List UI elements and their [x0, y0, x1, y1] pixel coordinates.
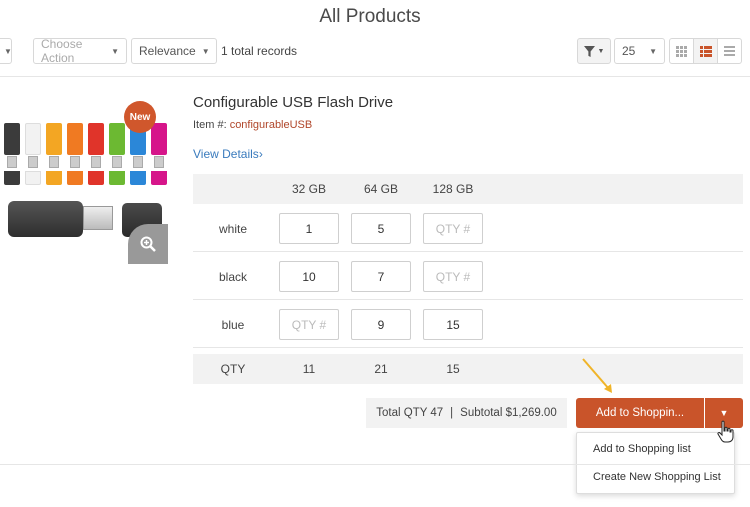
chevron-down-icon: ▼: [4, 46, 12, 56]
column-header: 128 GB: [432, 182, 474, 196]
qty-input[interactable]: [351, 309, 411, 340]
annotation-arrow-icon: [582, 358, 612, 393]
compact-list-icon: [724, 46, 735, 56]
usb-cap-image: [109, 171, 125, 185]
zoom-button[interactable]: [128, 224, 168, 264]
add-to-shopping-list-button[interactable]: Add to Shoppin...: [576, 398, 704, 428]
qty-input[interactable]: [279, 309, 339, 340]
usb-stick-image: [4, 123, 20, 155]
usb-stick-image: [151, 123, 167, 155]
usb-plug: [133, 156, 143, 168]
usb-plug: [7, 156, 17, 168]
usb-cap-image: [151, 171, 167, 185]
chevron-down-icon: ▼: [597, 47, 605, 55]
select-all-checkbox[interactable]: ▼: [0, 38, 12, 64]
matrix-row: blue: [193, 300, 743, 348]
choose-action-label: Choose Action: [41, 37, 83, 65]
hand-cursor-icon: [717, 420, 734, 443]
total-records: 1 total records: [221, 44, 298, 58]
usb-cap-image: [130, 171, 146, 185]
usb-cap-image: [25, 171, 41, 185]
usb-drive-image: [8, 201, 83, 237]
chevron-down-icon: ▼: [111, 46, 119, 56]
qty-input[interactable]: [279, 261, 339, 292]
total-qty: Total QTY 47: [376, 407, 444, 419]
chevron-right-icon: ›: [258, 147, 263, 161]
item-number-label: Item #:: [193, 119, 227, 131]
qty-input[interactable]: [279, 213, 339, 244]
new-badge: New: [124, 101, 156, 133]
row-label: blue: [221, 318, 245, 332]
qty-input[interactable]: [423, 261, 483, 292]
qty-total: 11: [302, 362, 316, 376]
usb-cap-image: [67, 171, 83, 185]
toolbar: ▼ Choose Action ▼ Relevance ▼ 1 total re…: [0, 37, 750, 66]
usb-plug: [28, 156, 38, 168]
usb-stick-image: [109, 123, 125, 155]
usb-plug: [83, 206, 113, 230]
matrix-header-row: 32 GB 64 GB 128 GB: [193, 174, 743, 204]
view-details-link[interactable]: View Details›: [193, 147, 263, 161]
qty-input[interactable]: [351, 213, 411, 244]
divider: [0, 464, 750, 465]
chevron-down-icon: ▼: [649, 46, 657, 56]
item-number: Item #: configurableUSB: [193, 119, 312, 131]
usb-stick-image: [88, 123, 104, 155]
item-sku: configurableUSB: [229, 119, 313, 131]
grid-view-icon: [676, 45, 687, 57]
view-details-label: View Details: [193, 147, 259, 161]
usb-plug: [49, 156, 59, 168]
usb-cap-image: [88, 171, 104, 185]
per-page-value: 25: [622, 44, 636, 58]
product-name-link[interactable]: Configurable USB Flash Drive: [193, 94, 393, 111]
usb-stick-image: [46, 123, 62, 155]
choose-action-dropdown[interactable]: Choose Action ▼: [33, 37, 127, 65]
qty-input[interactable]: [423, 213, 483, 244]
qty-input[interactable]: [351, 261, 411, 292]
qty-input[interactable]: [423, 309, 483, 340]
divider: [0, 76, 750, 77]
usb-plug: [154, 156, 164, 168]
menu-item-create-new-shopping-list[interactable]: Create New Shopping List: [593, 471, 721, 483]
qty-total: 21: [374, 362, 388, 376]
filter-icon: [583, 45, 595, 57]
qty-label: QTY: [220, 362, 246, 376]
caret-down-icon: ▼: [719, 408, 729, 418]
filter-button[interactable]: ▼: [577, 38, 611, 64]
per-page-select[interactable]: 25 ▼: [614, 38, 665, 64]
qty-totals-row: QTY 11 21 15: [193, 354, 743, 384]
compact-view-button[interactable]: [717, 38, 742, 64]
sort-select[interactable]: Relevance ▼: [131, 38, 217, 64]
list-view-button[interactable]: [693, 38, 718, 64]
usb-cap-image: [46, 171, 62, 185]
usb-stick-image: [67, 123, 83, 155]
chevron-down-icon: ▼: [201, 46, 210, 56]
row-label: black: [218, 270, 247, 284]
totals-separator: |: [450, 407, 454, 419]
menu-item-add-to-shopping-list[interactable]: Add to Shopping list: [593, 443, 691, 455]
usb-stick-image: [25, 123, 41, 155]
usb-cap-image: [4, 171, 20, 185]
column-header: 64 GB: [363, 182, 399, 196]
sort-select-value: Relevance: [139, 44, 196, 58]
product-image[interactable]: New: [0, 97, 168, 264]
usb-plug: [91, 156, 101, 168]
usb-plug: [70, 156, 80, 168]
matrix-row: white: [193, 204, 743, 252]
grid-view-button[interactable]: [669, 38, 694, 64]
list-view-icon: [699, 45, 712, 57]
usb-plug: [112, 156, 122, 168]
shopping-list-menu: Add to Shopping list Create New Shopping…: [576, 432, 735, 494]
row-label: white: [218, 222, 247, 236]
zoom-icon: [140, 236, 156, 252]
matrix-row: black: [193, 252, 743, 300]
order-totals: Total QTY 47 | Subtotal $1,269.00: [366, 398, 567, 428]
page-title: All Products: [319, 6, 421, 27]
column-header: 32 GB: [291, 182, 327, 196]
subtotal: Subtotal $1,269.00: [460, 407, 557, 419]
qty-total: 15: [446, 362, 460, 376]
